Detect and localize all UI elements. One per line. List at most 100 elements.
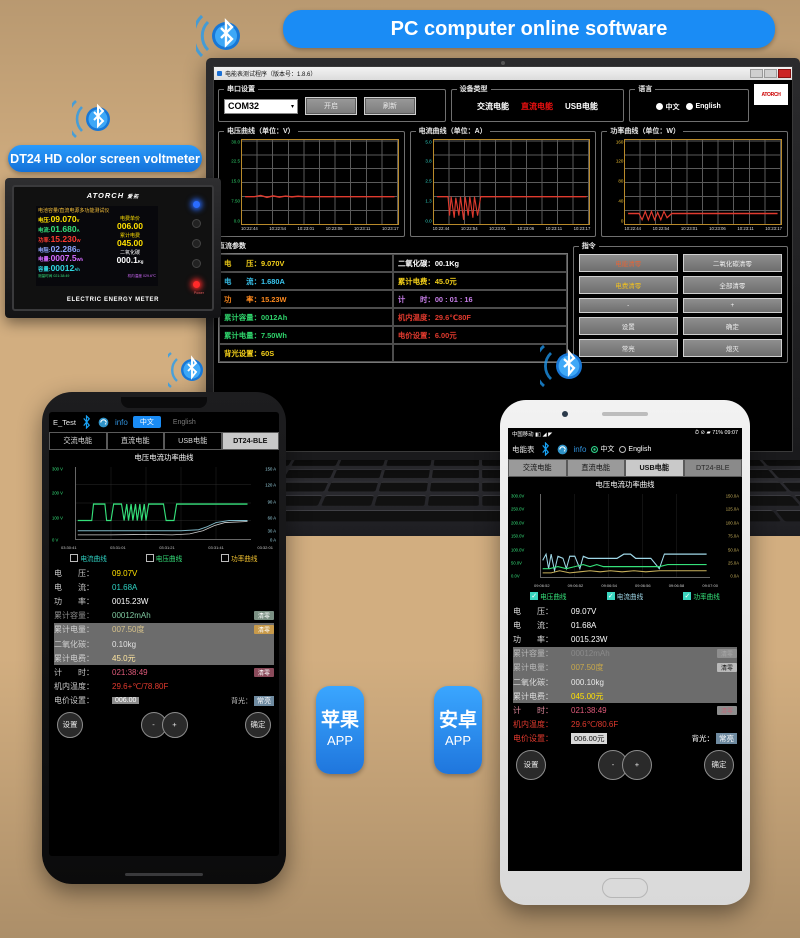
android-lang-english[interactable]: English bbox=[619, 445, 651, 453]
android-clear-timer-button[interactable]: 清零 bbox=[716, 705, 737, 715]
apple-price-input[interactable]: 006.00 bbox=[112, 697, 140, 705]
current-plot: 5.0 3.8 2.5 1.3 0.0 bbox=[415, 139, 591, 225]
xtick: 10:23:06 bbox=[517, 226, 535, 231]
apple-clear-timer-button[interactable]: 清零 bbox=[253, 667, 274, 677]
cmd-backlight-off[interactable]: 熄灭 bbox=[682, 339, 782, 357]
apple-ok-button[interactable]: 确定 bbox=[245, 711, 271, 738]
android-tab-usb[interactable]: USB电能 bbox=[625, 459, 684, 477]
refresh-icon[interactable] bbox=[556, 443, 569, 456]
android-readout: 电 压： 09.07V 电 流： 01.68A 功 率： 0015.23W 累计… bbox=[508, 604, 742, 746]
android-tabs: 交流电能 直流电能 USB电能 DT24-BLE bbox=[508, 459, 742, 477]
android-info-link[interactable]: info bbox=[574, 445, 587, 454]
checkbox-icon[interactable]: ✓ bbox=[221, 554, 230, 562]
apple-lang-english[interactable]: English bbox=[166, 418, 203, 427]
checkbox-icon[interactable]: ✓ bbox=[530, 592, 539, 600]
android-row-capacity: 累计容量： 00012mAh 清零 bbox=[513, 646, 737, 661]
cmd-plus[interactable]: + bbox=[682, 298, 782, 313]
cmd-clear-co2[interactable]: 二氧化碳清零 bbox=[682, 254, 782, 272]
checkbox-icon[interactable]: ✓ bbox=[683, 592, 692, 600]
checkbox-icon[interactable]: ✓ bbox=[606, 592, 615, 600]
ytick: 50.0V bbox=[511, 560, 522, 566]
window-controls[interactable] bbox=[750, 69, 792, 78]
ytick: 30.0 bbox=[231, 139, 240, 145]
android-ok-button[interactable]: 确定 bbox=[704, 749, 734, 780]
button-knob-1[interactable] bbox=[192, 219, 201, 228]
android-legend-voltage[interactable]: ✓ 电压曲线 bbox=[530, 591, 567, 601]
xtick: 10:23:11 bbox=[545, 226, 563, 231]
button-knob-3[interactable] bbox=[192, 259, 201, 268]
power-x-axis: 10:22:44 10:22:54 10:23:01 10:23:06 10:2… bbox=[607, 226, 782, 231]
android-price-input[interactable]: 006.00元 bbox=[571, 733, 608, 745]
open-port-button[interactable]: 开启 bbox=[305, 97, 357, 115]
android-clear-capacity-button[interactable]: 清零 bbox=[716, 649, 737, 659]
apple-row-temp: 机内温度： 29.6+℃/78.80F bbox=[54, 682, 169, 692]
refresh-port-button[interactable]: 刷新 bbox=[364, 97, 416, 115]
lang-radio-chinese[interactable]: 中文 bbox=[657, 102, 679, 112]
button-knob-2[interactable] bbox=[192, 239, 201, 248]
ytick: 0.0V bbox=[511, 573, 520, 579]
apple-backlight-value[interactable]: 常亮 bbox=[254, 695, 274, 706]
android-legend-voltage-label: 电压曲线 bbox=[540, 594, 567, 601]
cmd-settings[interactable]: 设置 bbox=[578, 317, 678, 335]
minimize-button[interactable] bbox=[750, 69, 763, 78]
device-type-usb[interactable]: USB电能 bbox=[565, 101, 598, 112]
checkbox-icon[interactable]: ✓ bbox=[70, 554, 79, 562]
apple-plus-button[interactable]: + bbox=[161, 711, 188, 738]
apple-tab-dc[interactable]: 直流电能 bbox=[106, 432, 164, 450]
xtick: 10:23:17 bbox=[765, 226, 783, 231]
maximize-button[interactable] bbox=[764, 69, 777, 78]
android-legend-power[interactable]: ✓ 功率曲线 bbox=[683, 591, 720, 601]
cmd-backlight-on[interactable]: 常亮 bbox=[578, 339, 678, 357]
apple-tab-usb[interactable]: USB电能 bbox=[164, 432, 222, 450]
cmd-confirm[interactable]: 确定 bbox=[682, 317, 782, 335]
android-tab-dc[interactable]: 直流电能 bbox=[566, 459, 625, 477]
bluetooth-icon[interactable] bbox=[81, 415, 92, 429]
close-button[interactable] bbox=[778, 69, 791, 78]
android-backlight-value[interactable]: 常亮 bbox=[716, 733, 737, 745]
apple-legend-current[interactable]: ✓ 电流曲线 bbox=[70, 553, 107, 563]
apple-tab-dt24ble[interactable]: DT24-BLE bbox=[221, 432, 279, 450]
cmd-minus[interactable]: - bbox=[578, 298, 678, 313]
cmd-clear-fee[interactable]: 电费清零 bbox=[578, 276, 678, 294]
device-type-dc[interactable]: 直流电能 bbox=[521, 101, 553, 112]
android-tab-ac[interactable]: 交流电能 bbox=[508, 459, 567, 477]
android-clear-energy-button[interactable]: 清零 bbox=[716, 663, 737, 673]
apple-clear-energy-button[interactable]: 清零 bbox=[253, 625, 274, 635]
bluetooth-icon[interactable] bbox=[540, 442, 551, 456]
cmd-clear-energy[interactable]: 电能清零 bbox=[578, 254, 678, 272]
lcd-elapsed: 测量时间 021:38:49 bbox=[38, 274, 70, 279]
device-type-ac[interactable]: 交流电能 bbox=[477, 101, 509, 112]
ytick: 0 A bbox=[269, 537, 276, 543]
param-current: 电 流：1.680A bbox=[219, 272, 393, 290]
power-plot: 160 120 80 40 0 bbox=[607, 139, 783, 225]
apple-info-link[interactable]: info bbox=[115, 418, 128, 427]
android-set-button[interactable]: 设置 bbox=[516, 749, 546, 780]
xtick: 10:23:01 bbox=[489, 226, 506, 231]
voltage-plot: 30.0 22.5 15.0 7.50 0.0 bbox=[224, 139, 399, 225]
current-y-axis: 5.0 3.8 2.5 1.3 0.0 bbox=[416, 139, 433, 225]
lang-radio-english[interactable]: English bbox=[687, 103, 721, 110]
android-plus-button[interactable]: + bbox=[622, 749, 652, 780]
android-tab-dt24ble[interactable]: DT24-BLE bbox=[683, 459, 742, 477]
lcd-right-column: 电费单价 006.00 累计电费 045.00 二氧化碳 000.1Kg bbox=[102, 215, 158, 274]
checkbox-icon[interactable]: ✓ bbox=[145, 554, 154, 562]
apple-clear-capacity-button[interactable]: 清零 bbox=[253, 611, 274, 621]
apple-row-timer: 计 时： 021:38:49 清零 bbox=[54, 665, 274, 679]
apple-legend-power[interactable]: ✓ 功率曲线 bbox=[221, 553, 258, 563]
android-lang-chinese[interactable]: 中文 bbox=[591, 444, 614, 454]
refresh-icon[interactable] bbox=[97, 416, 110, 429]
ytick: 25.0A bbox=[728, 560, 739, 566]
cmd-clear-all[interactable]: 全部清零 bbox=[682, 276, 782, 294]
ytick: 150 A bbox=[265, 466, 276, 472]
voltage-series bbox=[245, 194, 395, 199]
com-port-select[interactable]: COM32 ▾ bbox=[224, 98, 298, 114]
apple-lang-chinese[interactable]: 中文 bbox=[132, 416, 161, 428]
apple-tab-ac[interactable]: 交流电能 bbox=[49, 432, 107, 450]
android-home-button[interactable] bbox=[602, 878, 648, 898]
android-backlight-label: 背光： bbox=[691, 734, 715, 744]
apple-legend-voltage[interactable]: ✓ 电压曲线 bbox=[145, 553, 182, 563]
android-legend-current[interactable]: ✓ 电流曲线 bbox=[606, 591, 643, 601]
xtick: 03:31:21 bbox=[159, 545, 175, 550]
apple-set-button[interactable]: 设置 bbox=[57, 711, 83, 738]
radio-icon bbox=[687, 104, 693, 109]
